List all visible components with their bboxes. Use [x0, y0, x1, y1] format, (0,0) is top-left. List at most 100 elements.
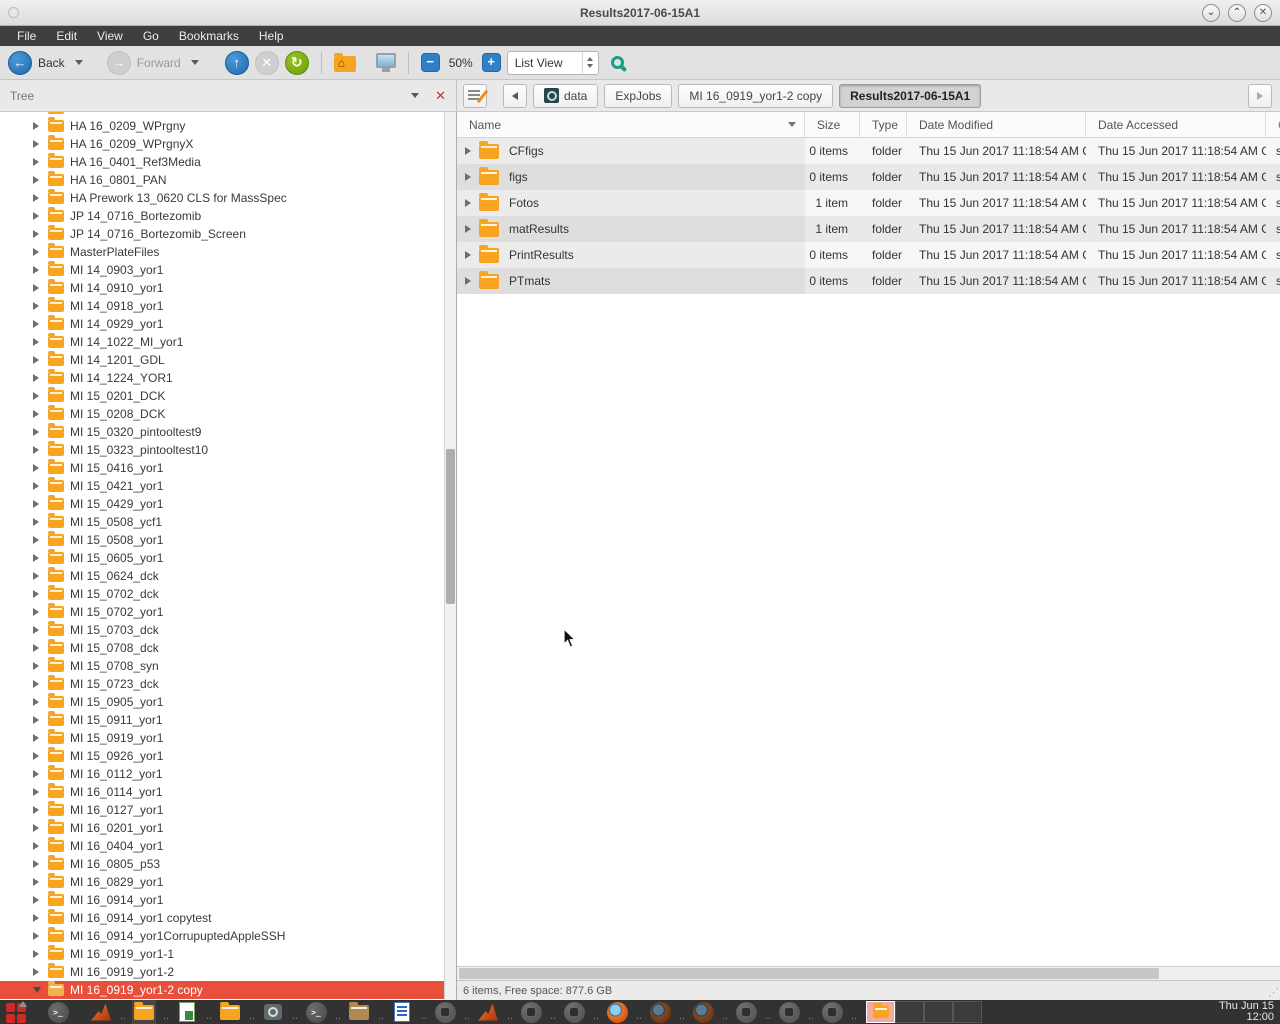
tree-item[interactable]: MI 15_0624_dck — [0, 567, 444, 585]
taskbar-file-manager-icon[interactable]: ‥ — [218, 1000, 242, 1024]
expander-icon[interactable] — [33, 356, 43, 364]
tree-item[interactable]: MI 15_0702_yor1 — [0, 603, 444, 621]
tree-item[interactable]: MI 15_0508_ycf1 — [0, 513, 444, 531]
expander-icon[interactable] — [33, 914, 43, 922]
taskbar-app-window-icon[interactable]: ‥ — [734, 1000, 758, 1024]
expander-icon[interactable] — [33, 536, 43, 544]
tree-scrollbar-thumb[interactable] — [446, 449, 455, 604]
taskbar-matlab-icon[interactable]: ‥ — [476, 1000, 500, 1024]
expander-icon[interactable] — [33, 230, 43, 238]
tree-item[interactable]: MI 14_0910_yor1 — [0, 279, 444, 297]
expander-icon[interactable] — [33, 554, 43, 562]
forward-history-dropdown-icon[interactable] — [191, 60, 199, 65]
expander-icon[interactable] — [33, 122, 43, 130]
tree-item[interactable]: MI 15_0201_DCK — [0, 387, 444, 405]
view-mode-spinner[interactable] — [582, 52, 598, 74]
tree-item[interactable]: HA Prework 13_0620 CLS for MassSpec — [0, 189, 444, 207]
tree-item[interactable]: MI 16_0919_yor1-1 — [0, 945, 444, 963]
tree-panel-close-icon[interactable]: ✕ — [435, 88, 446, 104]
tree-item[interactable]: JP 14_0716_Bortezomib — [0, 207, 444, 225]
expander-icon[interactable] — [465, 147, 471, 155]
expander-open-icon[interactable] — [33, 987, 43, 993]
expander-icon[interactable] — [33, 698, 43, 706]
tree-item[interactable]: MI 15_0911_yor1 — [0, 711, 444, 729]
expander-icon[interactable] — [33, 950, 43, 958]
taskbar-calc-icon[interactable]: ‥ — [175, 1000, 199, 1024]
tree-item[interactable]: HA 16_0401_Ref3Media — [0, 153, 444, 171]
taskbar-app-window-icon[interactable]: ‥ — [777, 1000, 801, 1024]
taskbar-drive-search-icon[interactable]: ‥ — [261, 1000, 285, 1024]
tree-item[interactable]: HA 16_0801_PAN — [0, 171, 444, 189]
taskbar-terminal-icon[interactable]: >_‥ — [304, 1000, 328, 1024]
tree-item[interactable]: MI 16_0112_yor1 — [0, 765, 444, 783]
expander-icon[interactable] — [465, 251, 471, 259]
expander-icon[interactable] — [33, 266, 43, 274]
expander-icon[interactable] — [33, 140, 43, 148]
tree-item[interactable]: MI 15_0323_pintooltest10 — [0, 441, 444, 459]
crumb-data[interactable]: data — [533, 84, 598, 108]
workspace-3[interactable] — [924, 1001, 953, 1023]
expander-icon[interactable] — [33, 338, 43, 346]
horizontal-scrollbar-thumb[interactable] — [459, 968, 1159, 979]
expander-icon[interactable] — [33, 716, 43, 724]
crumb-parent-folder[interactable]: MI 16_0919_yor1-2 copy — [678, 84, 833, 108]
tree-scrollbar[interactable] — [444, 112, 456, 1000]
expander-icon[interactable] — [33, 176, 43, 184]
expander-icon[interactable] — [33, 374, 43, 382]
resize-grip[interactable]: ⋰ — [1268, 986, 1278, 999]
tree-item[interactable]: MI 16_0914_yor1CorrupuptedAppleSSH — [0, 927, 444, 945]
tree-item[interactable]: MI 15_0703_dck — [0, 621, 444, 639]
expander-icon[interactable] — [33, 302, 43, 310]
tree-panel-dropdown-icon[interactable] — [411, 93, 419, 98]
expander-icon[interactable] — [33, 248, 43, 256]
column-type[interactable]: Type — [860, 112, 907, 137]
file-row[interactable]: Fotos1 itemfolderThu 15 Jun 2017 11:18:5… — [457, 190, 1280, 216]
taskbar-firefox-dim-icon[interactable]: ‥ — [691, 1000, 715, 1024]
tree-item[interactable]: MI 14_0918_yor1 — [0, 297, 444, 315]
tree-item[interactable]: MI 14_1201_GDL — [0, 351, 444, 369]
menu-file[interactable]: File — [8, 27, 45, 45]
tree-item[interactable]: MI 15_0702_dck — [0, 585, 444, 603]
taskbar-app-menu-icon[interactable] — [3, 1000, 27, 1024]
expander-icon[interactable] — [33, 212, 43, 220]
tree-item[interactable]: MI 16_0127_yor1 — [0, 801, 444, 819]
expander-icon[interactable] — [33, 968, 43, 976]
desktop-button[interactable] — [376, 53, 396, 68]
tree-item[interactable]: MI 15_0416_yor1 — [0, 459, 444, 477]
tree-item[interactable]: MI 15_0919_yor1 — [0, 729, 444, 747]
column-size[interactable]: Size — [805, 112, 860, 137]
expander-icon[interactable] — [33, 878, 43, 886]
menu-edit[interactable]: Edit — [47, 27, 86, 45]
search-icon[interactable] — [611, 56, 624, 69]
expander-icon[interactable] — [33, 410, 43, 418]
tree-item[interactable]: MI 16_0914_yor1 — [0, 891, 444, 909]
tree-item[interactable]: HA 16_0209_WPrgnyX — [0, 135, 444, 153]
tree-item[interactable]: HA 16_0209_WPrgny — [0, 117, 444, 135]
tree-item[interactable]: MI 16_0914_yor1 copytest — [0, 909, 444, 927]
tree-item[interactable]: MasterPlateFiles — [0, 243, 444, 261]
taskbar-app-window-icon[interactable]: ‥ — [433, 1000, 457, 1024]
expander-icon[interactable] — [33, 752, 43, 760]
tree-item[interactable]: MI 16_0201_yor1 — [0, 819, 444, 837]
tree-item[interactable]: MI 15_0605_yor1 — [0, 549, 444, 567]
crumb-current-folder[interactable]: Results2017-06-15A1 — [839, 84, 981, 108]
taskbar-firefox-dim-icon[interactable]: ‥ — [648, 1000, 672, 1024]
column-date-accessed[interactable]: Date Accessed — [1086, 112, 1266, 137]
expander-icon[interactable] — [33, 860, 43, 868]
file-row[interactable]: figs0 itemsfolderThu 15 Jun 2017 11:18:5… — [457, 164, 1280, 190]
expander-icon[interactable] — [465, 173, 471, 181]
tree-item[interactable]: MI 16_0919_yor1-2 — [0, 963, 444, 981]
expander-icon[interactable] — [33, 680, 43, 688]
tree-item[interactable]: MI 16_0114_yor1 — [0, 783, 444, 801]
taskbar-app-window-icon[interactable]: ‥ — [562, 1000, 586, 1024]
forward-label[interactable]: Forward — [137, 56, 181, 70]
expander-icon[interactable] — [33, 626, 43, 634]
file-row[interactable]: PrintResults0 itemsfolderThu 15 Jun 2017… — [457, 242, 1280, 268]
taskbar-folder-brown-icon[interactable]: ‥ — [347, 1000, 371, 1024]
file-row[interactable]: CFfigs0 itemsfolderThu 15 Jun 2017 11:18… — [457, 138, 1280, 164]
expander-icon[interactable] — [33, 842, 43, 850]
menu-bookmarks[interactable]: Bookmarks — [170, 27, 248, 45]
expander-icon[interactable] — [33, 464, 43, 472]
tree-item[interactable]: MI 15_0926_yor1 — [0, 747, 444, 765]
stop-button[interactable]: ✕ — [255, 51, 279, 75]
